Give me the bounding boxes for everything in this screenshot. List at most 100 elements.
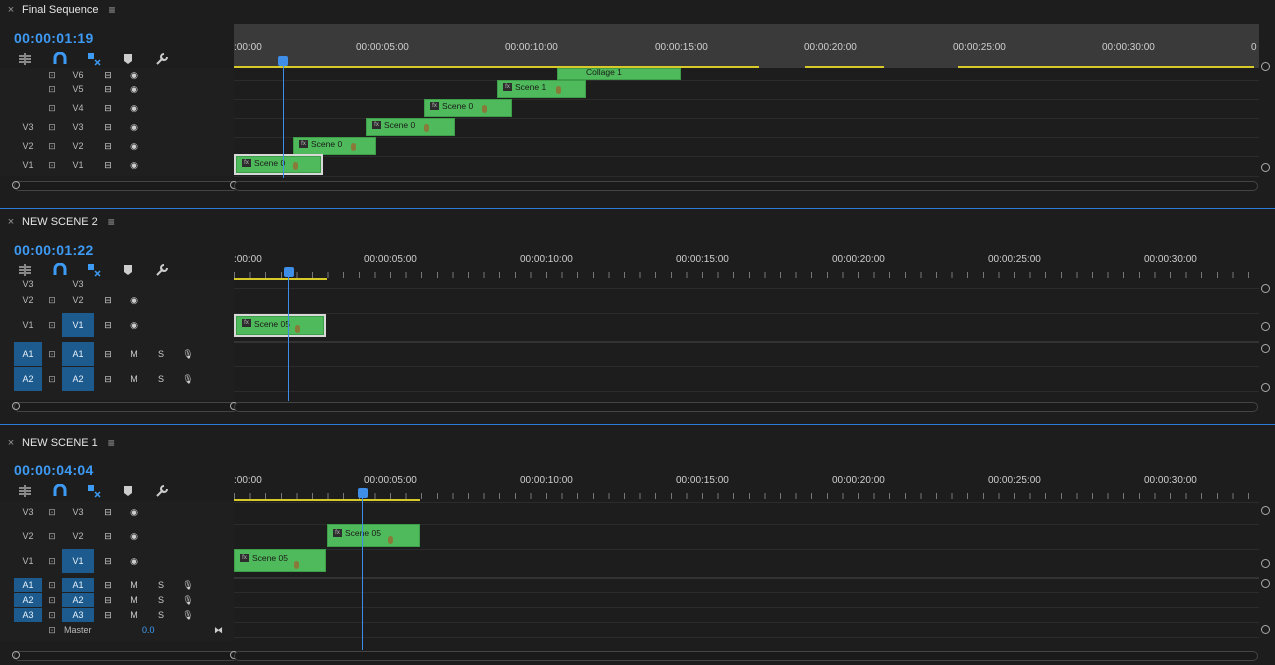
- scroll-handle[interactable]: [12, 181, 20, 189]
- mute-button[interactable]: M: [126, 342, 142, 366]
- panel-menu-icon[interactable]: ≡: [108, 3, 115, 17]
- solo-button[interactable]: S: [154, 608, 168, 622]
- mute-button[interactable]: M: [126, 608, 142, 622]
- panel-divider[interactable]: [0, 208, 1275, 209]
- mute-button[interactable]: M: [126, 593, 142, 607]
- film-icon[interactable]: ⊟: [100, 313, 116, 337]
- clip[interactable]: fx Scene 05: [234, 549, 326, 572]
- mic-icon[interactable]: 🎙︎: [180, 578, 196, 592]
- panel-tab[interactable]: × Final Sequence ≡: [0, 0, 1275, 20]
- close-icon[interactable]: ×: [0, 4, 22, 16]
- track-target[interactable]: V1: [62, 549, 94, 573]
- scroll-handle[interactable]: [12, 402, 20, 410]
- film-icon[interactable]: ⊟: [100, 342, 116, 366]
- lock-icon[interactable]: ⊡: [46, 501, 58, 523]
- lock-icon[interactable]: ⊡: [46, 549, 58, 573]
- source-patch[interactable]: V3: [14, 280, 42, 288]
- magnet-icon[interactable]: [52, 51, 68, 68]
- lock-icon[interactable]: ⊡: [46, 80, 58, 99]
- film-icon[interactable]: ⊟: [100, 118, 116, 137]
- track-target[interactable]: V1: [62, 313, 94, 337]
- solo-button[interactable]: S: [154, 342, 168, 366]
- mute-button[interactable]: M: [126, 367, 142, 391]
- playhead-line[interactable]: [362, 488, 363, 650]
- track-target[interactable]: V3: [62, 280, 94, 288]
- horizontal-scrollbar[interactable]: [234, 402, 1258, 412]
- eye-icon[interactable]: ◉: [126, 80, 142, 99]
- playhead-timecode[interactable]: 00:00:04:04: [14, 462, 94, 478]
- vertical-zoom-handle[interactable]: [1261, 62, 1270, 71]
- solo-button[interactable]: S: [154, 593, 168, 607]
- track-header-scrollbar[interactable]: [14, 651, 238, 661]
- film-icon[interactable]: ⊟: [100, 608, 116, 622]
- vertical-zoom-handle[interactable]: [1261, 506, 1270, 515]
- film-icon[interactable]: ⊟: [100, 137, 116, 156]
- lock-icon[interactable]: ⊡: [46, 288, 58, 312]
- source-patch[interactable]: V2: [14, 288, 42, 312]
- lock-icon[interactable]: ⊡: [46, 608, 58, 622]
- playhead-handle[interactable]: [358, 488, 368, 498]
- linked-selection-icon[interactable]: [86, 263, 102, 279]
- mic-icon[interactable]: 🎙︎: [180, 608, 196, 622]
- work-area-bar[interactable]: [958, 66, 1254, 68]
- panel-tab[interactable]: × NEW SCENE 1 ≡: [0, 433, 1275, 453]
- insert-overwrite-icon[interactable]: [17, 484, 33, 500]
- track-target[interactable]: A3: [62, 608, 94, 622]
- clip[interactable]: Collage 1: [557, 68, 681, 80]
- vertical-zoom-handle[interactable]: [1261, 163, 1270, 172]
- track-lane[interactable]: [234, 549, 1259, 574]
- solo-button[interactable]: S: [154, 367, 168, 391]
- track-target[interactable]: A1: [62, 578, 94, 592]
- clip[interactable]: fx Scene 0: [366, 118, 455, 136]
- track-target[interactable]: V1: [62, 156, 94, 175]
- track-target[interactable]: V2: [62, 524, 94, 548]
- film-icon[interactable]: ⊟: [100, 578, 116, 592]
- wrench-icon[interactable]: [154, 52, 170, 68]
- track-lane[interactable]: [234, 156, 1259, 177]
- playhead-timecode[interactable]: 00:00:01:19: [14, 30, 94, 46]
- lock-icon[interactable]: ⊡: [46, 313, 58, 337]
- lock-icon[interactable]: ⊡: [46, 578, 58, 592]
- wrench-icon[interactable]: [154, 263, 170, 279]
- track-lane[interactable]: [234, 137, 1259, 157]
- lock-icon[interactable]: ⊡: [46, 367, 58, 391]
- source-patch[interactable]: V2: [14, 137, 42, 156]
- work-area-bar[interactable]: [234, 278, 327, 280]
- track-lane[interactable]: [234, 99, 1259, 119]
- source-patch[interactable]: V1: [14, 549, 42, 573]
- panel-menu-icon[interactable]: ≡: [108, 215, 115, 229]
- track-target[interactable]: A2: [62, 593, 94, 607]
- mic-icon[interactable]: 🎙︎: [180, 593, 196, 607]
- vertical-zoom-handle[interactable]: [1261, 559, 1270, 568]
- source-patch[interactable]: V1: [14, 313, 42, 337]
- panel-menu-icon[interactable]: ≡: [108, 436, 115, 450]
- clip[interactable]: fx Scene 0: [293, 137, 376, 155]
- lock-icon[interactable]: ⊡: [46, 99, 58, 118]
- lock-icon[interactable]: ⊡: [46, 156, 58, 175]
- track-target[interactable]: V5: [62, 80, 94, 99]
- track-lane[interactable]: [234, 607, 1259, 622]
- eye-icon[interactable]: ◉: [126, 524, 142, 548]
- clip[interactable]: fx Scene 1: [497, 80, 586, 98]
- work-area-bar[interactable]: [805, 66, 884, 68]
- marker-icon[interactable]: [120, 484, 136, 500]
- vertical-zoom-handle[interactable]: [1261, 344, 1270, 353]
- vertical-zoom-handle[interactable]: [1261, 322, 1270, 331]
- track-target[interactable]: V2: [62, 137, 94, 156]
- track-lane[interactable]: [234, 577, 1259, 593]
- source-patch[interactable]: V3: [14, 501, 42, 523]
- track-target[interactable]: V3: [62, 118, 94, 137]
- film-icon[interactable]: ⊟: [100, 288, 116, 312]
- lock-icon[interactable]: ⊡: [46, 137, 58, 156]
- track-target[interactable]: A2: [62, 367, 94, 391]
- clip-selected[interactable]: fx Scene 05: [234, 314, 326, 337]
- eye-icon[interactable]: ◉: [126, 156, 142, 175]
- track-lane[interactable]: [234, 366, 1259, 392]
- track-lane[interactable]: [234, 592, 1259, 607]
- track-target[interactable]: V2: [62, 288, 94, 312]
- magnet-icon[interactable]: [52, 262, 68, 279]
- track-lane[interactable]: [234, 313, 1259, 338]
- film-icon[interactable]: ⊟: [100, 80, 116, 99]
- vertical-zoom-handle[interactable]: [1261, 579, 1270, 588]
- clip[interactable]: fx Scene 05: [327, 524, 420, 547]
